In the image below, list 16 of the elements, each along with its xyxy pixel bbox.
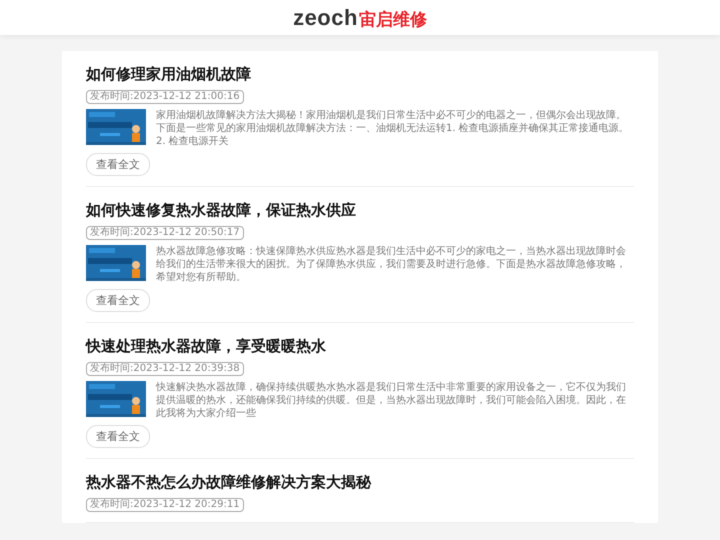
article-excerpt: 热水器故障急修攻略：快速保障热水供应热水器是我们生活中必不可少的家电之一，当热水器出现故障时会给我们的生活带来很大的困扰。为了保障热水供应，我们需要及时进行急修。下面是热水器故障急修攻略，希望对您有所帮助。 (156, 245, 627, 284)
article-title[interactable]: 如何快速修复热水器故障，保证热水供应 (86, 199, 356, 221)
publish-date: 发布时间:2023-12-12 20:50:17 (86, 226, 244, 240)
logo-text[interactable]: 宙启维修 (358, 8, 427, 30)
article-excerpt: 快速解决热水器故障，确保持续供暖热水热水器是我们日常生活中非常重要的家用设备之一，它不仅为我们提供温暖的热水，还能确保我们持续的供暖。但是，当热水器出现故障时，我们可能会陷入困境。因此，在此我将为大家介绍一些 (156, 381, 627, 420)
article-excerpt: 家用油烟机故障解决方法大揭秘！家用油烟机是我们日常生活中必不可少的电器之一，但偶尔会出现故障。下面是一些常见的家用油烟机故障解决方法：一、油烟机无法运转1. 检查电源插座并确保其正常接通电源。2. 检查电源开关 (156, 109, 630, 148)
article-title[interactable]: 如何修理家用油烟机故障 (86, 63, 251, 85)
publish-date: 发布时间:2023-12-12 20:39:38 (86, 362, 244, 376)
logo-text[interactable]: zeoch (293, 4, 358, 30)
read-more-button[interactable]: 查看全文 (86, 289, 150, 312)
read-more-button[interactable]: 查看全文 (86, 425, 150, 448)
article-title[interactable]: 热水器不热怎么办故障维修解决方案大揭秘 (86, 471, 371, 493)
publish-date: 发布时间:2023-12-12 20:29:11 (86, 498, 244, 512)
read-more-button[interactable]: 查看全文 (86, 153, 150, 176)
article-title[interactable]: 快速处理热水器故障，享受暖暖热水 (86, 335, 326, 357)
publish-date: 发布时间:2023-12-12 21:00:16 (86, 90, 244, 104)
